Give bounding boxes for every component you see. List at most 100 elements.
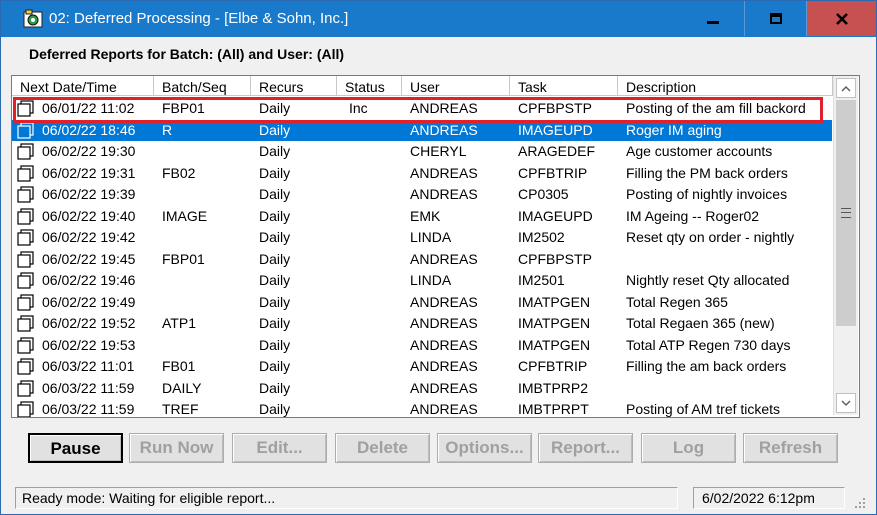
cell-user: ANDREAS xyxy=(410,100,478,116)
report-icon xyxy=(17,315,34,332)
cell-description: Nightly reset Qty allocated xyxy=(626,272,790,288)
cell-datetime: 06/02/22 19:45 xyxy=(42,250,136,267)
table-row[interactable]: 06/03/22 11:01 FB01 Daily ANDREAS CPFBTRIP Fi… xyxy=(12,356,832,377)
maximize-icon xyxy=(769,12,782,24)
table-row[interactable]: 06/02/22 19:40 IMAGE Daily EMK IMAGEUPD IM Ag… xyxy=(12,206,832,227)
batch-user-header: Deferred Reports for Batch: (All) and Us… xyxy=(29,46,345,62)
cell-user: ANDREAS xyxy=(410,164,478,181)
options-button[interactable]: Options... xyxy=(437,433,532,463)
cell-task: ARAGEDEF xyxy=(518,143,596,159)
cell-description: Posting of the am fill backord xyxy=(626,100,806,116)
cell-datetime: 06/02/22 19:42 xyxy=(42,229,136,245)
close-button[interactable] xyxy=(807,1,876,36)
cell-datetime: 06/03/22 11:01 xyxy=(42,358,135,374)
edit-button[interactable]: Edit... xyxy=(232,433,327,463)
table-row[interactable]: 06/02/22 19:30 Daily CHERYL ARAGEDEF Age cus… xyxy=(12,141,832,162)
cell-user: CHERYL xyxy=(410,143,467,159)
chevron-down-icon xyxy=(841,399,851,406)
cell-user: ANDREAS xyxy=(410,315,478,331)
table-row[interactable]: 06/02/22 19:53 Daily ANDREAS IMATPGEN Total … xyxy=(12,335,832,356)
table-row[interactable]: 06/02/22 18:46 R Daily ANDREAS IMAGEUPD Roger… xyxy=(12,119,832,141)
cell-task: IM2501 xyxy=(518,272,565,288)
cell-datetime: 06/02/22 19:49 xyxy=(42,293,136,310)
vertical-scrollbar[interactable] xyxy=(833,76,858,415)
cell-batch: TREF xyxy=(162,401,199,417)
cell-description: Posting of nightly invoices xyxy=(626,186,788,202)
cell-batch: DAILY xyxy=(162,379,202,396)
cell-batch: ATP1 xyxy=(162,315,196,331)
app-icon xyxy=(23,9,43,28)
scroll-down-button[interactable] xyxy=(836,393,856,413)
report-button[interactable]: Report... xyxy=(538,433,633,463)
cell-datetime: 06/03/22 11:59 xyxy=(42,401,135,417)
table-row[interactable]: 06/01/22 11:02 FBP01 Daily Inc ANDREAS CPFBPS… xyxy=(12,98,832,119)
column-header-recurs[interactable]: Recurs xyxy=(251,76,337,96)
column-header-next-date-time[interactable]: Next Date/Time xyxy=(12,76,154,96)
cell-recurs: Daily xyxy=(259,336,291,353)
cell-recurs: Daily xyxy=(259,401,291,417)
cell-datetime: 06/02/22 18:46 xyxy=(42,121,136,138)
refresh-button[interactable]: Refresh xyxy=(743,433,838,463)
close-icon xyxy=(835,12,848,25)
cell-status: Inc xyxy=(349,100,368,116)
cell-batch: FBP01 xyxy=(162,100,205,116)
cell-description: Reset qty on order - nightly xyxy=(626,229,795,245)
minimize-button[interactable] xyxy=(682,1,743,36)
table-row[interactable]: 06/02/22 19:45 FBP01 Daily ANDREAS CPFBPSTP xyxy=(12,249,832,270)
cell-recurs: Daily xyxy=(259,164,291,181)
run-now-button[interactable]: Run Now xyxy=(129,433,224,463)
column-header-status[interactable]: Status xyxy=(337,76,402,96)
table-row[interactable]: 06/03/22 11:59 DAILY Daily ANDREAS IMBTPRP2 xyxy=(12,378,832,399)
delete-button[interactable]: Delete xyxy=(335,433,430,463)
table-row[interactable]: 06/02/22 19:52 ATP1 Daily ANDREAS IMATPGEN To… xyxy=(12,313,832,334)
cell-batch: FB02 xyxy=(162,164,196,181)
scroll-up-button[interactable] xyxy=(836,78,856,98)
resize-grip-icon[interactable] xyxy=(851,494,867,510)
report-icon xyxy=(17,186,34,203)
table-row[interactable]: 06/02/22 19:49 Daily ANDREAS IMATPGEN Total … xyxy=(12,292,832,313)
cell-recurs: Daily xyxy=(259,121,291,138)
cell-recurs: Daily xyxy=(259,315,291,331)
cell-user: LINDA xyxy=(410,272,452,288)
column-header-user[interactable]: User xyxy=(402,76,510,96)
title-bar[interactable]: 02: Deferred Processing - [Elbe & Sohn, … xyxy=(1,1,876,37)
cell-description: Roger IM aging xyxy=(626,121,722,138)
cell-task: CPFBTRIP xyxy=(518,358,588,374)
deferred-reports-list[interactable]: Next Date/Time Batch/Seq Recurs Status U… xyxy=(11,75,860,418)
report-icon xyxy=(17,143,34,160)
cell-description: Total Regen 365 xyxy=(626,293,728,310)
report-icon xyxy=(17,293,34,311)
cell-batch: FBP01 xyxy=(162,250,205,267)
table-row[interactable]: 06/02/22 19:42 Daily LINDA IM2502 Reset qty … xyxy=(12,227,832,248)
cell-recurs: Daily xyxy=(259,293,291,310)
cell-recurs: Daily xyxy=(259,100,291,116)
cell-datetime: 06/02/22 19:46 xyxy=(42,272,136,288)
table-row[interactable]: 06/02/22 19:46 Daily LINDA IM2501 Nightly re… xyxy=(12,270,832,291)
report-icon xyxy=(17,379,34,397)
cell-description: Filling the am back orders xyxy=(626,358,787,374)
status-bar: Ready mode: Waiting for eligible report.… xyxy=(1,484,876,514)
report-icon xyxy=(17,121,34,139)
cell-task: IMAGEUPD xyxy=(518,121,593,138)
status-datetime: 6/02/2022 6:12pm xyxy=(693,487,845,509)
column-header-batch-seq[interactable]: Batch/Seq xyxy=(154,76,251,96)
window-title: 02: Deferred Processing - [Elbe & Sohn, … xyxy=(49,10,349,27)
cell-datetime: 06/02/22 19:30 xyxy=(42,143,136,159)
cell-task: IMATPGEN xyxy=(518,336,591,353)
cell-task: CPFBPSTP xyxy=(518,250,592,267)
table-row[interactable]: 06/02/22 19:39 Daily ANDREAS CP0305 Posting … xyxy=(12,184,832,205)
log-button[interactable]: Log xyxy=(641,433,736,463)
cell-user: ANDREAS xyxy=(410,121,478,138)
pause-button[interactable]: Pause xyxy=(28,433,123,463)
cell-recurs: Daily xyxy=(259,186,291,202)
maximize-button[interactable] xyxy=(745,1,806,36)
scroll-thumb[interactable] xyxy=(836,100,856,326)
table-row[interactable]: 06/02/22 19:31 FB02 Daily ANDREAS CPFBTRIP Fi… xyxy=(12,163,832,184)
table-row[interactable]: 06/03/22 11:59 TREF Daily ANDREAS IMBTPRPT Po… xyxy=(12,399,832,417)
column-header-description[interactable]: Description xyxy=(618,76,833,96)
cell-description: Filling the PM back orders xyxy=(626,164,788,181)
column-header-task[interactable]: Task xyxy=(510,76,618,96)
report-icon xyxy=(17,401,34,417)
report-icon xyxy=(17,250,34,268)
report-icon xyxy=(17,229,34,246)
